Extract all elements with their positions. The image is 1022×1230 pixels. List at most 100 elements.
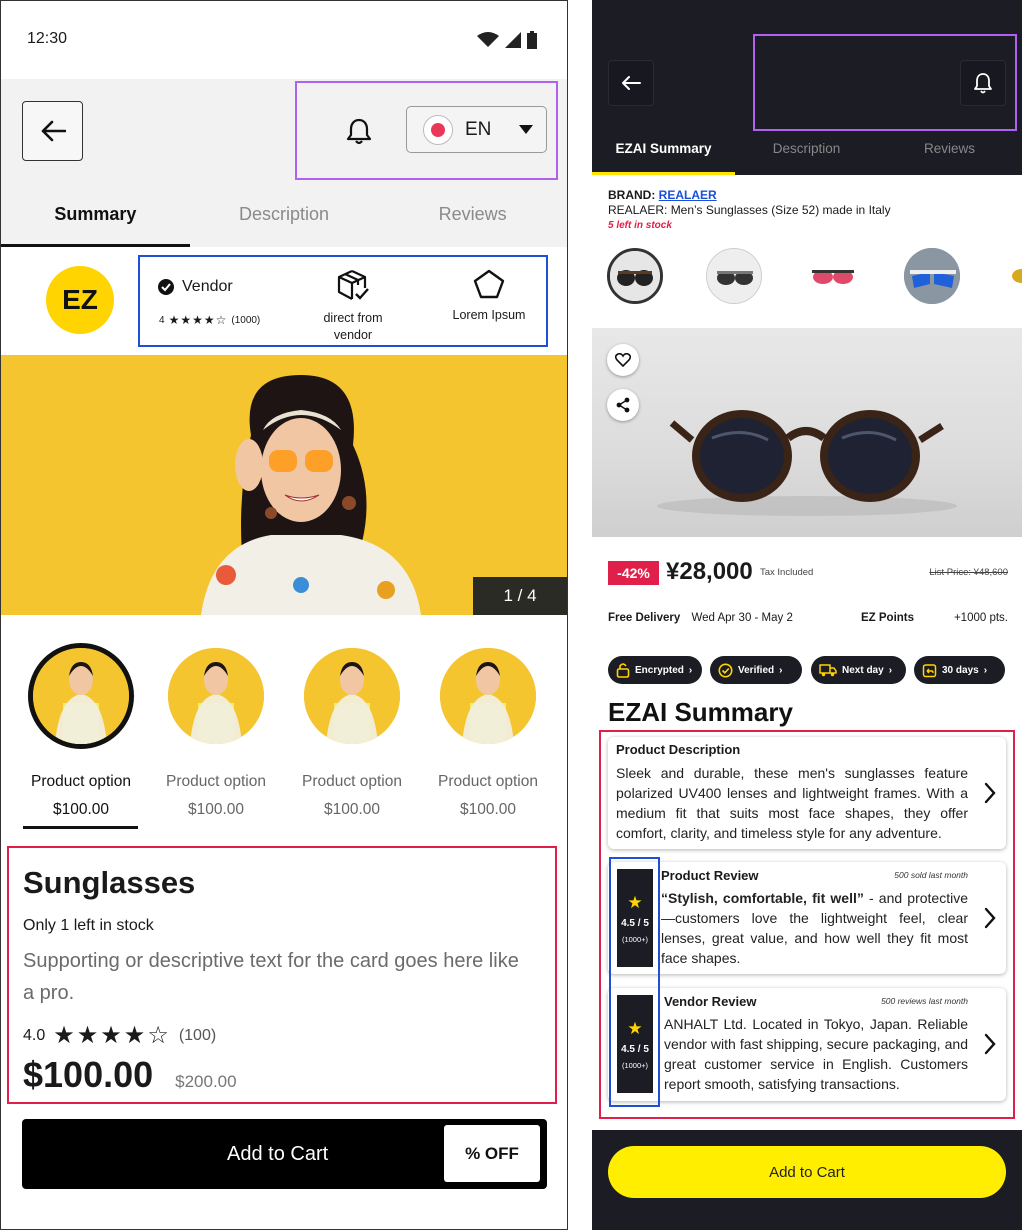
summary-title: EZAI Summary bbox=[608, 697, 793, 727]
vendor-rating: 4 ★★★★☆ (1000) bbox=[159, 313, 260, 327]
thumbnail-4[interactable] bbox=[904, 248, 960, 304]
vendor-rating-stars: ★★★★☆ bbox=[168, 313, 228, 327]
back-arrow-icon bbox=[41, 120, 66, 142]
direct-from-vendor-label: direct from vendor bbox=[323, 311, 383, 342]
product-option-price: $100.00 bbox=[323, 801, 381, 818]
tab-reviews[interactable]: Reviews bbox=[878, 125, 1021, 175]
product-review-card[interactable]: ★ 4.5 / 5 (1000+) Product Review 500 sol… bbox=[608, 862, 1006, 974]
tab-reviews[interactable]: Reviews bbox=[378, 186, 567, 247]
product-option-4[interactable]: Product option $100.00 bbox=[420, 643, 556, 819]
badge-label: 30 days bbox=[942, 664, 979, 676]
back-button[interactable] bbox=[608, 60, 654, 106]
badge-30-days[interactable]: 30 days › bbox=[914, 656, 1005, 684]
product-option-price: $100.00 bbox=[187, 801, 245, 818]
chevron-right-icon: › bbox=[779, 664, 783, 676]
notifications-button[interactable] bbox=[346, 117, 372, 150]
heart-icon bbox=[615, 353, 631, 367]
delivery-row: Free Delivery Wed Apr 30 - May 2 EZ Poin… bbox=[608, 612, 1008, 624]
product-option-3[interactable]: Product option $100.00 bbox=[284, 643, 420, 819]
product-subtitle: REALAER: Men’s Sunglasses (Size 52) made… bbox=[608, 203, 891, 217]
product-option-1[interactable]: Product option $100.00 bbox=[13, 643, 149, 819]
vendor-row: EZ Vendor 4 ★★★★☆ (1000) direct from ven… bbox=[1, 247, 567, 355]
vendor-logo[interactable]: EZ bbox=[46, 266, 114, 334]
favorite-button[interactable] bbox=[607, 344, 639, 376]
points-value: +1000 pts. bbox=[953, 612, 1008, 624]
badge-next-day[interactable]: Next day › bbox=[811, 656, 906, 684]
share-button[interactable] bbox=[607, 389, 639, 421]
back-button[interactable] bbox=[22, 101, 83, 161]
chevron-right-icon bbox=[984, 907, 996, 929]
pentagon-icon bbox=[473, 269, 505, 299]
thumbnail-3[interactable] bbox=[804, 248, 860, 304]
discount-button[interactable]: % OFF bbox=[444, 1125, 540, 1182]
badge-encrypted[interactable]: Encrypted › bbox=[608, 656, 702, 684]
product-option-2[interactable]: Product option $100.00 bbox=[148, 643, 284, 819]
add-to-cart-button[interactable]: Add to Cart bbox=[608, 1146, 1006, 1198]
image-page-indicator: 1 / 4 bbox=[473, 577, 567, 615]
product-options: Product option $100.00 Product option $1… bbox=[1, 643, 567, 833]
chevron-right-icon bbox=[984, 1033, 996, 1055]
card-title: Product Description bbox=[616, 742, 741, 757]
chevron-right-icon: › bbox=[983, 664, 988, 676]
tab-description[interactable]: Description bbox=[735, 125, 878, 175]
tab-description[interactable]: Description bbox=[190, 186, 379, 247]
app-bar: EN Summary Description Reviews bbox=[1, 79, 567, 247]
chevron-right-icon: › bbox=[888, 664, 893, 676]
badge-label: Next day bbox=[842, 664, 884, 676]
tab-bar: Summary Description Reviews bbox=[1, 186, 567, 247]
check-circle-icon bbox=[158, 279, 174, 295]
verified-badge-icon bbox=[718, 663, 733, 677]
review-quote: “Stylish, comfortable, fit well” bbox=[661, 890, 864, 906]
bell-icon bbox=[346, 118, 372, 145]
direct-from-vendor-feature: direct from vendor bbox=[311, 269, 395, 344]
price-row: -42% ¥28,000 Tax Included List Price: ¥4… bbox=[608, 558, 1008, 588]
lorem-ipsum-label: Lorem Ipsum bbox=[452, 308, 526, 322]
thumbnail-2[interactable] bbox=[706, 248, 762, 304]
product-description: Supporting or descriptive text for the c… bbox=[23, 950, 519, 1004]
status-bar: 12:30 bbox=[1, 1, 567, 79]
stock-status: 5 left in stock bbox=[608, 220, 672, 231]
badge-label: Verified bbox=[738, 664, 775, 676]
card-body: “Stylish, comfortable, fit well” - and p… bbox=[661, 888, 968, 968]
card-title: Product Review bbox=[661, 868, 759, 883]
product-option-thumbnail bbox=[304, 648, 400, 744]
thumbnail-5[interactable] bbox=[1002, 248, 1022, 304]
product-option-label: Product option bbox=[302, 773, 402, 790]
status-icons bbox=[477, 31, 537, 49]
product-description-card[interactable]: Product Description Sleek and durable, t… bbox=[608, 737, 1006, 849]
vendor-label: Vendor bbox=[182, 278, 233, 295]
vendor-label-group[interactable]: Vendor bbox=[158, 278, 233, 296]
badge-label: Encrypted bbox=[635, 664, 684, 676]
bottom-bar: Add to Cart bbox=[592, 1130, 1022, 1230]
product-hero-image[interactable] bbox=[592, 328, 1022, 537]
tab-summary[interactable]: Summary bbox=[1, 186, 190, 247]
product-price-row: $100.00 $200.00 bbox=[23, 1054, 523, 1096]
package-check-icon bbox=[337, 270, 369, 300]
thumbnail-1[interactable] bbox=[607, 248, 663, 304]
product-hero-image[interactable]: 1 / 4 bbox=[1, 355, 567, 615]
back-arrow-icon bbox=[622, 76, 641, 90]
tab-ezai-summary[interactable]: EZAI Summary bbox=[592, 125, 735, 175]
badge-verified[interactable]: Verified › bbox=[710, 656, 802, 684]
vendor-rating-count: (1000) bbox=[231, 314, 261, 326]
product-rating: 4.0 ★★★★☆ (100) bbox=[23, 1021, 523, 1050]
language-selector[interactable]: EN bbox=[406, 106, 547, 153]
notifications-button[interactable] bbox=[960, 60, 1006, 106]
brand-link[interactable]: REALAER bbox=[659, 188, 717, 202]
add-to-cart-button[interactable]: Add to Cart % OFF bbox=[22, 1119, 547, 1189]
vendor-review-card[interactable]: ★ 4.5 / 5 (1000+) Vendor Review 500 revi… bbox=[608, 988, 1006, 1101]
status-time: 12:30 bbox=[27, 30, 68, 47]
product-old-price: $200.00 bbox=[175, 1072, 237, 1091]
card-meta: 500 reviews last month bbox=[881, 996, 968, 1006]
battery-icon bbox=[527, 31, 537, 49]
product-option-thumbnail bbox=[168, 648, 264, 744]
list-price: List Price: ¥48,600 bbox=[929, 567, 1008, 578]
product-option-thumbnail bbox=[440, 648, 536, 744]
delivery-label: Free Delivery bbox=[608, 612, 681, 624]
brand-label: BRAND: bbox=[608, 188, 656, 202]
sunglasses-photo-illustration bbox=[657, 410, 957, 516]
language-code: EN bbox=[465, 118, 492, 140]
discount-badge: -42% bbox=[608, 561, 659, 585]
card-body: ANHALT Ltd. Located in Tokyo, Japan. Rel… bbox=[664, 1016, 968, 1092]
product-thumbnails bbox=[592, 248, 1022, 306]
